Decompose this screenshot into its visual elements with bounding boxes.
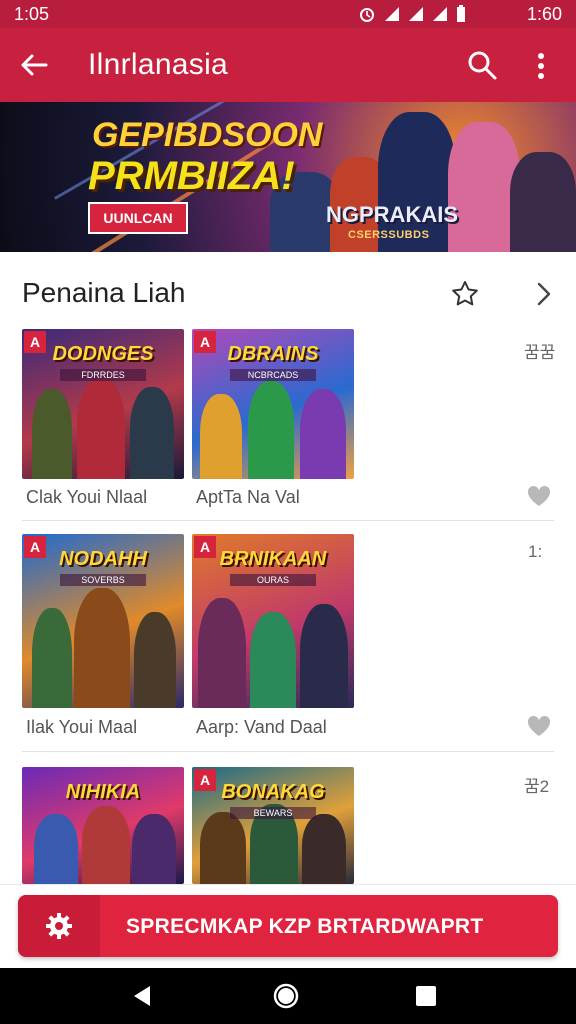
signal-icon (409, 7, 423, 21)
game-thumbnail[interactable]: NIHIKIA (22, 767, 184, 884)
thumb-character (77, 379, 125, 479)
banner-game-subtitle: CSERSSUBDS (348, 229, 430, 241)
thumb-character (198, 598, 246, 708)
arrow-back-icon[interactable] (18, 50, 50, 80)
row-meta: 1: (528, 542, 543, 561)
banner-character (510, 152, 576, 252)
thumb-character (248, 381, 294, 479)
thumb-subtitle: NCBRCADS (230, 369, 316, 381)
game-thumbnail[interactable]: A BONAKAG BEWARS (192, 767, 354, 884)
status-time: 1:05 (14, 4, 50, 24)
chevron-right-icon[interactable] (534, 281, 554, 307)
thumb-character (250, 612, 296, 708)
promo-banner[interactable]: GEPIBDSOON PRMBIIZA! UUNLCAN NGPRAKAIS C… (0, 102, 576, 252)
thumb-character (32, 389, 72, 479)
thumb-character (200, 394, 242, 479)
signal-icon (385, 7, 399, 21)
primary-action-button[interactable]: SPRECMKAP KZP BRTARDWAPRT (18, 895, 558, 957)
banner-headline: GEPIBDSOON (92, 116, 323, 154)
action-label: SPRECMKAP KZP BRTARDWAPRT (126, 915, 484, 938)
thumb-character (302, 814, 346, 884)
game-caption: Aarp: Vand Daal (196, 717, 327, 737)
app-title: Ilnrlanasia (88, 48, 229, 81)
heart-icon[interactable] (526, 714, 552, 738)
thumb-character (300, 389, 346, 479)
heart-icon[interactable] (526, 484, 552, 508)
thumb-title: NIHIKIA (65, 781, 141, 803)
thumb-title: BRNIKAAN (219, 548, 327, 570)
gear-button-area (18, 895, 100, 957)
banner-headline: PRMBIIZA! (88, 154, 295, 198)
nav-home-icon[interactable] (272, 982, 300, 1010)
thumb-title: BONAKAG (221, 781, 325, 803)
search-icon[interactable] (466, 49, 498, 81)
game-thumbnail[interactable]: A DBRAINS NCBRCADS (192, 329, 354, 479)
game-caption: Clak Youi Nlaal (26, 487, 148, 507)
game-caption: AptTa Na Val (196, 487, 300, 507)
system-nav-bar (0, 968, 576, 1024)
alarm-icon (360, 8, 374, 22)
thumb-title: DBRAINS (227, 343, 319, 365)
game-thumbnail[interactable]: A BRNIKAAN OURAS (192, 534, 354, 708)
thumb-title: DODNGES (52, 343, 154, 365)
banner-cta-button[interactable]: UUNLCAN (88, 202, 188, 234)
thumb-subtitle: OURAS (230, 574, 316, 586)
thumb-character (34, 814, 78, 884)
status-icons (358, 5, 466, 23)
thumb-character (300, 604, 348, 708)
thumb-character (130, 387, 174, 479)
status-clock: 1:60 (526, 4, 562, 24)
thumb-character (32, 608, 72, 708)
thumb-character (74, 588, 130, 708)
nav-recents-icon[interactable] (412, 982, 440, 1010)
row-divider (22, 520, 554, 521)
thumb-character (132, 814, 176, 884)
gear-icon (46, 913, 72, 939)
thumb-subtitle: BEWARS (230, 807, 316, 819)
star-outline-icon[interactable] (450, 279, 480, 309)
row-meta: 꿈꿈 (524, 343, 556, 362)
app-bar: Ilnrlanasia (0, 28, 576, 102)
section-title: Penaina Liah (22, 277, 186, 308)
game-caption: Ilak Youi Maal (26, 717, 138, 737)
row-meta: 꿈2 (524, 777, 550, 796)
row-divider (22, 751, 554, 752)
status-bar: 1:05 1:60 (0, 0, 576, 28)
thumb-character (82, 806, 130, 884)
more-vert-icon[interactable] (528, 50, 554, 82)
banner-game-logo: NGPRAKAIS (326, 202, 459, 227)
thumb-character (200, 812, 246, 884)
game-thumbnail[interactable]: A NODAHH SOVERBS (22, 534, 184, 708)
thumb-subtitle: FDRRDES (60, 369, 146, 381)
battery-icon (457, 5, 465, 22)
thumb-subtitle: SOVERBS (60, 574, 146, 586)
nav-back-icon[interactable] (128, 982, 156, 1010)
thumb-title: NODAHH (59, 548, 147, 570)
game-thumbnail[interactable]: A DODNGES FDRRDES (22, 329, 184, 479)
signal-icon (433, 7, 447, 21)
bottom-action-area: SPRECMKAP KZP BRTARDWAPRT (0, 884, 576, 969)
thumb-character (134, 612, 176, 708)
